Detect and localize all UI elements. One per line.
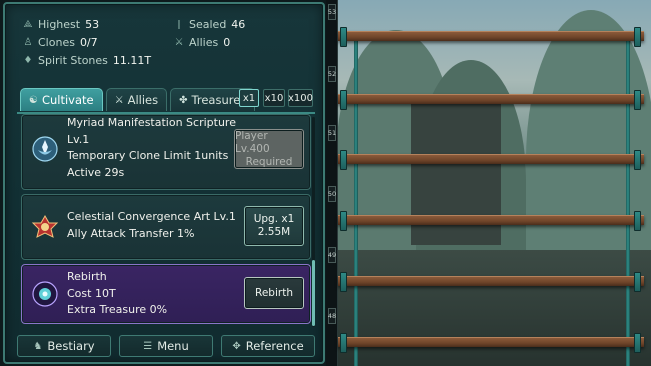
shelf-bracket xyxy=(634,90,641,110)
rebirth-cost: Cost 10T xyxy=(67,286,116,300)
stat-allies: ⚔ Allies 0 xyxy=(174,36,231,49)
stat-highest: ⟁ Highest 53 xyxy=(23,18,100,31)
floor-marker: 53 xyxy=(328,4,336,20)
button-line: Player Lv.400 xyxy=(235,129,270,155)
shelf-bracket xyxy=(634,333,641,353)
tab-label: Cultivate xyxy=(41,93,94,107)
scrollbar-thumb[interactable] xyxy=(312,260,315,326)
floor-marker: 50 xyxy=(328,186,336,202)
reference-icon: ✥ xyxy=(232,340,241,352)
clones-icon: ♙ xyxy=(23,37,33,48)
button-label: Bestiary xyxy=(47,339,95,353)
allies-icon: ⚔ xyxy=(114,94,124,106)
button-label: Reference xyxy=(245,339,304,353)
sealed-icon: ǀ xyxy=(177,19,181,30)
floor-marker: 52 xyxy=(328,66,336,82)
stat-spirit-stones: ♦ Spirit Stones 11.11T xyxy=(23,54,152,67)
menu-button[interactable]: ☰ Menu xyxy=(119,335,213,357)
tower-floor-shelf xyxy=(338,276,644,286)
ground xyxy=(326,250,651,366)
stats-block: ⟁ Highest 53 ǀ Sealed 46 ♙ Clones 0/7 ⚔ … xyxy=(19,14,319,72)
reference-button[interactable]: ✥ Reference xyxy=(221,335,315,357)
skill-list: Myriad Manifestation Scripture Lv.1 Temp… xyxy=(17,112,315,324)
shelf-bracket xyxy=(340,272,347,292)
scripture-lotus-icon xyxy=(31,135,59,163)
shelf-bracket xyxy=(340,90,347,110)
button-line: 2.55M xyxy=(257,226,291,238)
bestiary-icon: ♞ xyxy=(33,340,43,352)
floor-marker: 49 xyxy=(328,247,336,263)
stat-label: Sealed xyxy=(189,18,227,31)
allies-icon: ⚔ xyxy=(174,37,184,48)
stat-sealed: ǀ Sealed 46 xyxy=(174,18,246,31)
skill-name: Myriad Manifestation Scripture xyxy=(67,116,236,129)
cultivate-icon: ☯ xyxy=(29,94,38,106)
floor-marker: 48 xyxy=(328,308,336,324)
rebirth-orb-icon xyxy=(31,280,59,308)
tower-floor-shelf xyxy=(338,337,644,347)
rebirth-button[interactable]: Rebirth xyxy=(244,277,304,309)
rebirth-text: Rebirth Cost 10T Extra Treasure 0% xyxy=(67,269,167,319)
stat-value: 0 xyxy=(223,36,231,49)
stat-value: 11.11T xyxy=(112,54,152,67)
stat-clones: ♙ Clones 0/7 xyxy=(23,36,98,49)
stat-value: 46 xyxy=(231,18,246,31)
tower-floor-shelf xyxy=(338,31,644,41)
shelf-bracket xyxy=(634,272,641,292)
skill-level: Lv.1 xyxy=(67,132,90,146)
stat-label: Clones xyxy=(38,36,75,49)
multiplier-x1-button[interactable]: x1 xyxy=(239,89,259,107)
stat-label: Highest xyxy=(38,18,81,31)
skill-card-convergence: Celestial Convergence Art Lv.1 Ally Atta… xyxy=(21,194,311,260)
bestiary-button[interactable]: ♞ Bestiary xyxy=(17,335,111,357)
locked-upgrade-button[interactable]: Player Lv.400 Required xyxy=(234,129,304,169)
tab-bar: ☯ Cultivate ⚔ Allies ✤ Treasures xyxy=(20,88,256,112)
treasure-icon: ✤ xyxy=(179,94,188,106)
stat-value: 0/7 xyxy=(79,36,98,49)
skill-card-scripture: Myriad Manifestation Scripture Lv.1 Temp… xyxy=(21,114,311,190)
rebirth-bonus: Extra Treasure 0% xyxy=(67,303,168,316)
skill-effect: Temporary Clone Limit 1units xyxy=(67,149,229,162)
skill-name: Celestial Convergence Art Lv.1 xyxy=(67,210,236,223)
stat-value: 53 xyxy=(85,18,100,31)
tower-floor-shelf xyxy=(338,154,644,164)
shelf-bracket xyxy=(340,150,347,170)
highest-icon: ⟁ xyxy=(23,19,33,30)
shelf-post-left xyxy=(354,36,358,366)
skill-text: Celestial Convergence Art Lv.1 Ally Atta… xyxy=(67,209,236,242)
button-label: Rebirth xyxy=(255,286,293,299)
menu-icon: ☰ xyxy=(143,340,153,352)
tab-cultivate[interactable]: ☯ Cultivate xyxy=(20,88,103,111)
shelf-bracket xyxy=(340,211,347,231)
rebirth-card: Rebirth Cost 10T Extra Treasure 0% Rebir… xyxy=(21,264,311,324)
shelf-bracket xyxy=(634,211,641,231)
multiplier-x10-button[interactable]: x10 xyxy=(263,89,285,107)
upgrade-button[interactable]: Upg. x1 2.55M xyxy=(244,206,304,246)
shelf-bracket xyxy=(634,27,641,47)
button-line: Upg. x1 xyxy=(253,213,295,225)
shelf-bracket xyxy=(634,150,641,170)
button-label: Menu xyxy=(157,339,189,353)
shelf-bracket xyxy=(340,27,347,47)
shelf-post-right xyxy=(626,36,630,366)
tower-scene xyxy=(326,0,651,366)
tab-label: Allies xyxy=(127,93,159,107)
rebirth-title: Rebirth xyxy=(67,270,107,283)
tab-allies[interactable]: ⚔ Allies xyxy=(105,88,168,111)
shelf-bracket xyxy=(340,333,347,353)
spirit-stone-icon: ♦ xyxy=(23,55,33,66)
skill-text: Myriad Manifestation Scripture Lv.1 Temp… xyxy=(67,115,236,181)
multiplier-x100-button[interactable]: x100 xyxy=(288,89,313,107)
convergence-art-icon xyxy=(31,213,59,241)
tower-floor-shelf xyxy=(338,94,644,104)
stat-label: Allies xyxy=(189,36,219,49)
skill-active-timer: Active 29s xyxy=(67,165,125,179)
button-line: Required xyxy=(245,155,293,168)
skill-effect: Ally Attack Transfer 1% xyxy=(67,226,195,240)
floor-marker: 51 xyxy=(328,125,336,141)
cultivation-panel: ⟁ Highest 53 ǀ Sealed 46 ♙ Clones 0/7 ⚔ … xyxy=(3,2,325,364)
stat-label: Spirit Stones xyxy=(38,54,108,67)
tower-floor-shelf xyxy=(338,215,644,225)
